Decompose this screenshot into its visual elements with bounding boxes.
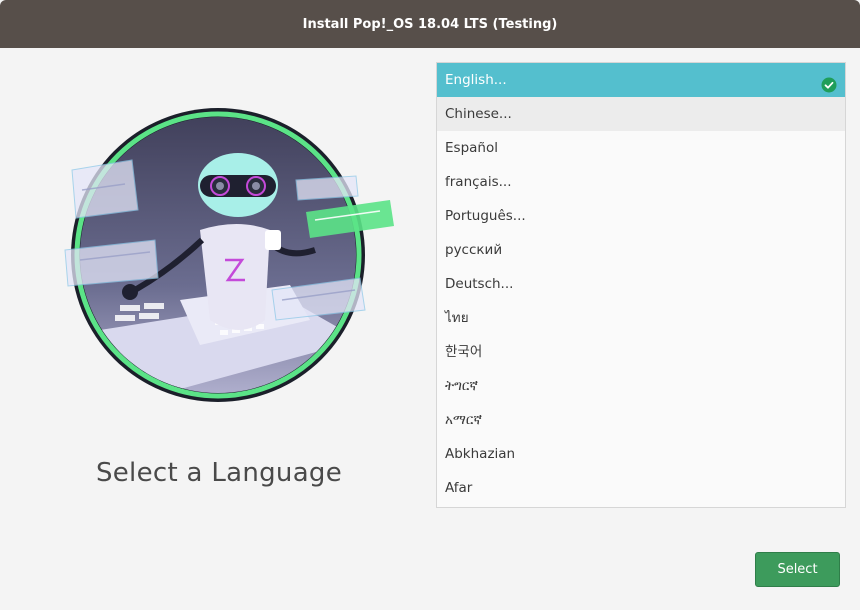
language-list[interactable]: English... Chinese... Español français... Po…: [436, 62, 846, 508]
language-item-label: አማርኛ: [445, 412, 482, 428]
check-circle-icon: [821, 72, 837, 93]
select-button-label: Select: [777, 562, 818, 577]
page-heading: Select a Language: [95, 458, 343, 488]
select-button[interactable]: Select: [755, 552, 840, 587]
language-item[interactable]: Português...: [437, 199, 845, 233]
language-item-label: Español: [445, 140, 498, 156]
language-item[interactable]: አማርኛ: [437, 403, 845, 437]
language-item[interactable]: English...: [437, 63, 845, 97]
language-item-label: ትግርኛ: [445, 378, 478, 394]
language-item[interactable]: русский: [437, 233, 845, 267]
window-title: Install Pop!_OS 18.04 LTS (Testing): [302, 16, 558, 32]
language-item-label: русский: [445, 242, 503, 258]
language-item-label: English...: [445, 72, 507, 88]
language-item-label: Afar: [445, 480, 473, 496]
language-item-label: français...: [445, 174, 512, 190]
robot-illustration: [60, 100, 410, 410]
language-item[interactable]: français...: [437, 165, 845, 199]
language-item[interactable]: 한국어: [437, 335, 845, 369]
window-titlebar: Install Pop!_OS 18.04 LTS (Testing): [0, 0, 860, 48]
list-fade: [437, 495, 845, 507]
language-item[interactable]: Español: [437, 131, 845, 165]
language-item-label: 한국어: [445, 344, 483, 360]
language-item-label: Português...: [445, 208, 526, 224]
language-item[interactable]: Deutsch...: [437, 267, 845, 301]
language-item[interactable]: Abkhazian: [437, 437, 845, 471]
language-item-label: Abkhazian: [445, 446, 516, 462]
language-item[interactable]: Chinese...: [437, 97, 845, 131]
language-item[interactable]: ไทย: [437, 301, 845, 335]
language-item-label: Deutsch...: [445, 276, 514, 292]
language-item[interactable]: ትግርኛ: [437, 369, 845, 403]
language-item-label: ไทย: [445, 310, 469, 326]
language-item-label: Chinese...: [445, 106, 512, 122]
